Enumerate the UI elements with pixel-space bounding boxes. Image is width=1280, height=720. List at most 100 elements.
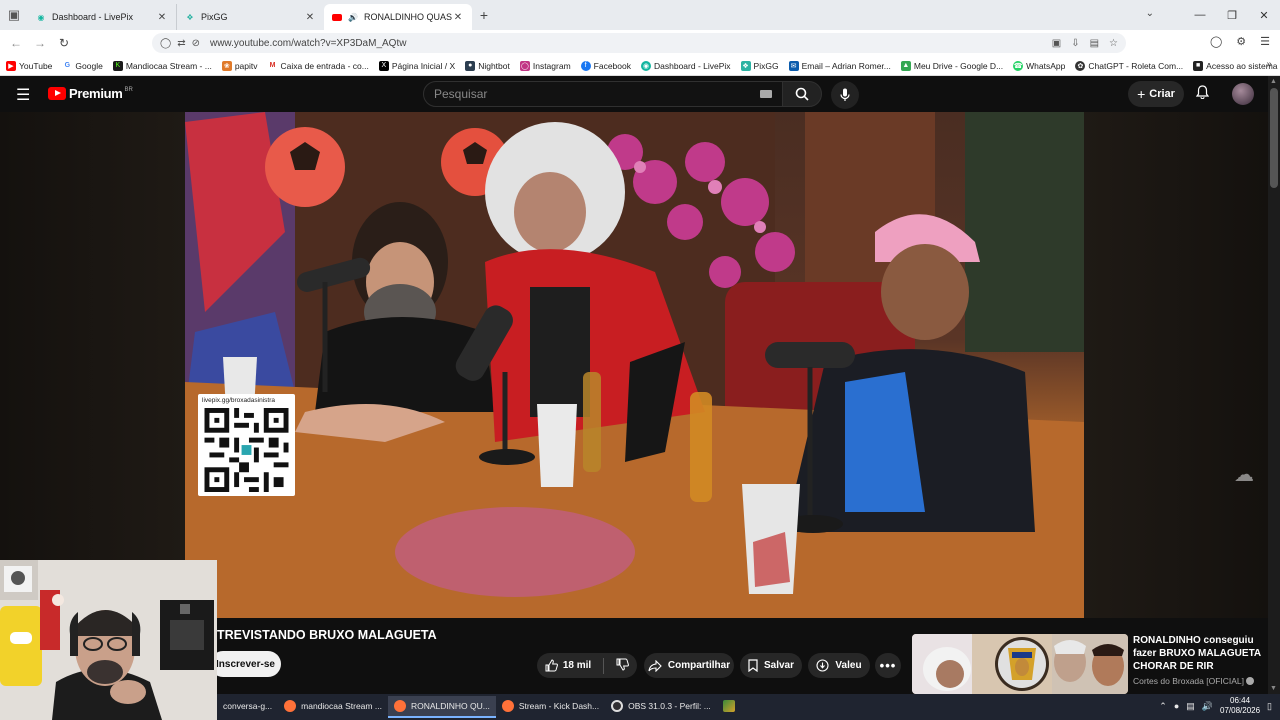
download-icon[interactable]: ⇩ xyxy=(1071,38,1079,49)
notifications-bell-icon[interactable] xyxy=(1195,85,1210,102)
reader-view-icon[interactable]: ▤ xyxy=(1090,38,1099,49)
tab-list-icon[interactable]: ▣ xyxy=(0,0,28,30)
bookmark-kick[interactable]: K Mandiocaa Stream - ... xyxy=(112,60,212,71)
taskbar-item[interactable]: conversa-g... xyxy=(217,696,278,718)
taskbar-item[interactable]: mandiocaa Stream ... xyxy=(278,696,388,718)
taskbar-item[interactable]: OBS 31.0.3 - Perfil: ... xyxy=(605,696,717,718)
youtube-icon xyxy=(332,12,342,22)
recommended-video-thumbnail[interactable] xyxy=(912,634,1128,694)
scrollbar-thumb[interactable] xyxy=(1270,88,1278,188)
bookmark-email[interactable]: ✉ Email – Adrian Romer... xyxy=(788,60,891,71)
close-icon[interactable]: ✕ xyxy=(304,12,316,23)
taskbar-item-active[interactable]: RONALDINHO QU... xyxy=(387,696,496,718)
search-input[interactable]: Pesquisar xyxy=(423,81,783,107)
firefox-icon xyxy=(501,700,514,712)
bookmark-nightbot[interactable]: ● Nightbot xyxy=(465,60,510,71)
account-icon[interactable]: ◯ xyxy=(1210,35,1222,48)
share-button[interactable]: Compartilhar xyxy=(644,653,734,678)
subscribe-button[interactable]: Inscrever-se xyxy=(210,651,281,677)
bookmark-drive[interactable]: ▲ Meu Drive - Google D... xyxy=(900,60,1003,71)
new-tab-icon[interactable]: + xyxy=(472,7,496,23)
address-bar[interactable]: ◯ ⇄ ⊘ www.youtube.com/watch?v=XP3DaM_AQt… xyxy=(152,33,1126,53)
like-count: 18 mil xyxy=(562,660,592,671)
livepix-icon: ◉ xyxy=(641,60,651,71)
youtube-premium-logo[interactable]: Premium BR xyxy=(48,86,133,101)
bookmark-gmail[interactable]: M Caixa de entrada - co... xyxy=(267,60,369,71)
close-icon[interactable]: ✕ xyxy=(452,12,464,23)
restore-icon[interactable]: ❐ xyxy=(1216,0,1248,30)
picture-in-picture-icon[interactable]: ▣ xyxy=(1052,38,1061,49)
os-taskbar: conversa-g... mandiocaa Stream ... RONAL… xyxy=(217,694,1280,720)
qr-code-icon xyxy=(204,408,289,492)
chevron-down-icon[interactable]: ⌄ xyxy=(1146,8,1154,19)
thanks-button[interactable]: Valeu xyxy=(808,653,870,678)
menu-icon[interactable]: ☰ xyxy=(1260,35,1270,48)
url-text[interactable]: www.youtube.com/watch?v=XP3DaM_AQtw xyxy=(210,38,406,49)
back-icon[interactable]: ← xyxy=(4,36,28,50)
like-button[interactable]: 18 mil xyxy=(545,659,591,672)
qr-code-card: livepix.gg/broxadasinistra xyxy=(198,394,295,496)
microphone-tray-icon[interactable]: ● xyxy=(1174,701,1179,711)
dislike-button[interactable] xyxy=(616,658,630,674)
save-button[interactable]: Salvar xyxy=(740,653,802,678)
permissions-icon[interactable]: ⊘ xyxy=(192,38,200,49)
account-avatar[interactable] xyxy=(1232,83,1254,105)
scroll-down-icon[interactable]: ▼ xyxy=(1270,685,1277,692)
bookmark-papitv[interactable]: ❀ papitv xyxy=(221,60,258,71)
reload-icon[interactable]: ↻ xyxy=(52,36,76,50)
x-icon: X xyxy=(378,60,389,71)
volume-icon[interactable]: 🔊 xyxy=(1202,701,1213,712)
system-icon: ■ xyxy=(1193,60,1204,71)
page-scrollbar[interactable]: ▲ ▼ xyxy=(1268,76,1280,694)
bookmark-pixgg[interactable]: ❖ PixGG xyxy=(740,60,779,71)
microphone-icon xyxy=(840,88,850,101)
voice-search-button[interactable] xyxy=(831,81,859,109)
more-actions-button[interactable]: ••• xyxy=(875,653,901,678)
bookmark-facebook[interactable]: f Facebook xyxy=(580,60,631,71)
site-settings-icon[interactable]: ⇄ xyxy=(177,38,185,49)
chevron-right-icon[interactable]: » xyxy=(1266,59,1272,70)
search-button[interactable] xyxy=(782,81,822,107)
bookmark-x[interactable]: X Página Inicial / X xyxy=(378,60,455,71)
recommended-video-title[interactable]: RONALDINHO conseguiu fazer BRUXO MALAGUE… xyxy=(1133,634,1263,673)
hamburger-menu-icon[interactable]: ☰ xyxy=(16,85,30,105)
window-controls: — ❐ ✕ xyxy=(1184,0,1280,30)
notification-center-icon[interactable]: ▯ xyxy=(1267,701,1272,712)
taskbar-item[interactable] xyxy=(717,696,746,718)
network-icon[interactable]: ▤ xyxy=(1186,701,1195,712)
extensions-icon[interactable]: ⚙ xyxy=(1236,35,1246,48)
channel-watermark-icon[interactable]: ☁ xyxy=(1234,462,1260,488)
firefox-icon xyxy=(284,700,297,712)
clock-time: 06:44 xyxy=(1230,696,1251,705)
thanks-icon xyxy=(816,659,829,672)
firefox-icon xyxy=(393,700,406,712)
minimize-icon[interactable]: — xyxy=(1184,0,1216,30)
keyboard-icon[interactable] xyxy=(760,90,772,98)
close-icon[interactable]: ✕ xyxy=(156,12,168,23)
create-button[interactable]: + Criar xyxy=(1128,81,1184,107)
taskbar-item[interactable]: Stream - Kick Dash... xyxy=(496,696,605,718)
bookmark-google[interactable]: G Google xyxy=(62,60,103,71)
bookmark-star-icon[interactable]: ☆ xyxy=(1109,38,1118,49)
tab-pixgg[interactable]: ❖ PixGG ✕ xyxy=(176,4,324,30)
tab-livepix[interactable]: ◉ Dashboard - LivePix ✕ xyxy=(28,4,176,30)
channel-name[interactable]: Cortes do Broxada [OFICIAL] xyxy=(1133,676,1244,686)
whatsapp-icon: ☎ xyxy=(1013,60,1024,71)
bookmark-whatsapp[interactable]: ☎ WhatsApp xyxy=(1013,60,1065,71)
verified-icon xyxy=(1246,677,1255,685)
tray-expand-icon[interactable]: ⌃ xyxy=(1159,701,1167,712)
scroll-up-icon[interactable]: ▲ xyxy=(1270,78,1277,85)
video-frame[interactable] xyxy=(185,112,1084,618)
forward-icon[interactable]: → xyxy=(28,36,52,50)
tab-youtube-video[interactable]: 🔊 RONALDINHO QUASE APAG ✕ xyxy=(324,4,472,30)
shield-icon[interactable]: ◯ xyxy=(160,38,171,49)
bookmark-youtube[interactable]: ▶ YouTube xyxy=(6,60,52,71)
bookmark-livepix[interactable]: ◉ Dashboard - LivePix xyxy=(641,60,731,71)
clock[interactable]: 06:44 07/08/2026 xyxy=(1220,696,1260,716)
bookmark-chatgpt[interactable]: ✿ ChatGPT - Roleta Com... xyxy=(1075,60,1183,71)
video-player[interactable] xyxy=(0,112,1268,618)
bookmark-instagram[interactable]: ◯ Instagram xyxy=(519,60,571,71)
speaker-icon[interactable]: 🔊 xyxy=(348,12,358,22)
close-window-icon[interactable]: ✕ xyxy=(1248,0,1280,30)
like-divider xyxy=(603,657,605,674)
